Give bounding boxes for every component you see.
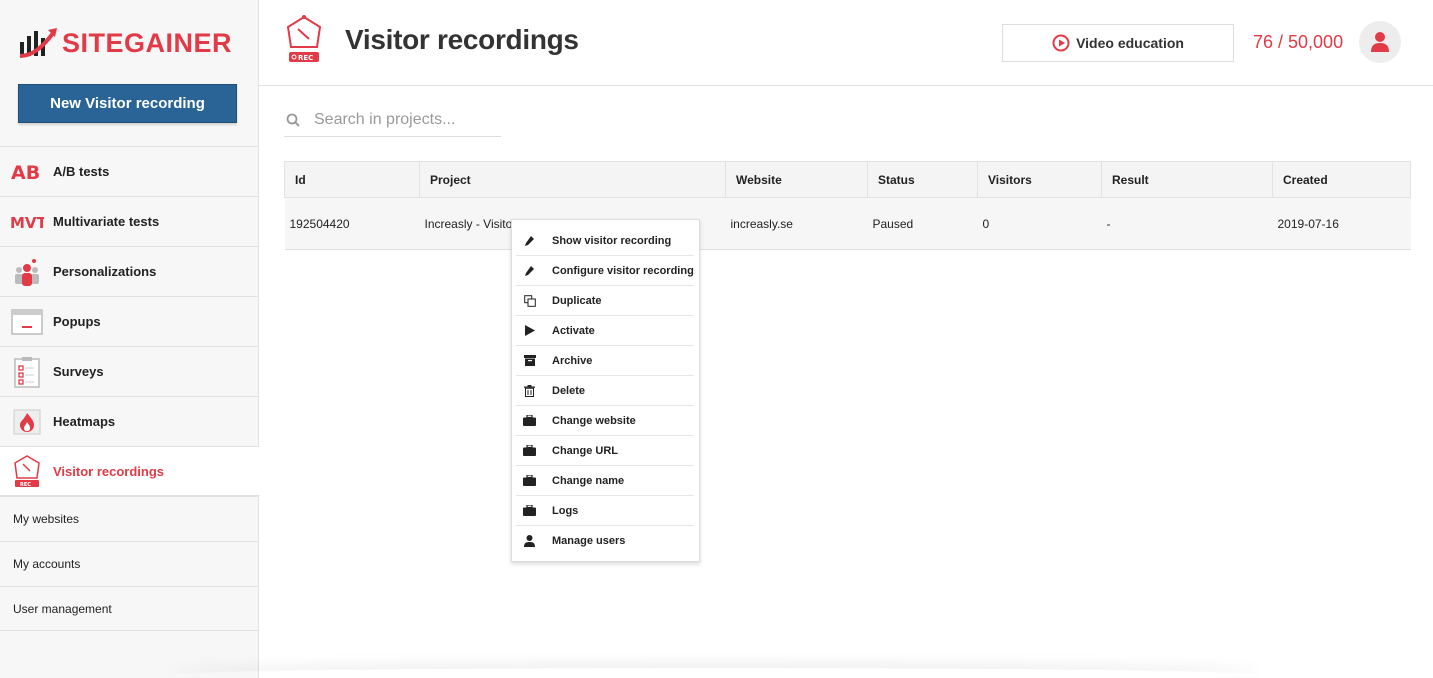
projects-table: Id Project Website Status Visitors Resul… xyxy=(284,161,1411,250)
duplicate-icon xyxy=(523,294,536,307)
visitor-recordings-header-icon: REC xyxy=(283,14,325,71)
search-icon xyxy=(286,113,300,127)
menu-item-label: Logs xyxy=(552,504,579,517)
briefcase-icon xyxy=(523,444,536,457)
project-search xyxy=(284,104,501,137)
sidebar-item-my-websites[interactable]: My websites xyxy=(0,496,259,541)
bottom-shadow xyxy=(170,668,1260,678)
svg-text:AB: AB xyxy=(11,162,40,182)
menu-item-label: Configure visitor recording xyxy=(552,264,694,277)
sidebar-item-label: A/B tests xyxy=(53,164,110,179)
cell-status: Paused xyxy=(867,197,978,250)
personalizations-icon xyxy=(10,255,44,289)
archive-icon xyxy=(523,354,536,367)
popups-icon xyxy=(10,305,44,339)
logo-text: SITEGAINER xyxy=(62,27,233,58)
sidebar-item-personalizations[interactable]: Personalizations xyxy=(0,246,259,296)
briefcase-icon xyxy=(523,414,536,427)
column-header-created[interactable]: Created xyxy=(1272,161,1411,198)
menu-item-delete[interactable]: Delete xyxy=(516,376,694,406)
table-row[interactable]: 192504420 Increasly - Visito increasly.s… xyxy=(284,197,1411,250)
pencil-icon xyxy=(523,264,536,277)
main-menu: AB A/B tests MVT Multivariate tests Pers… xyxy=(0,146,260,631)
svg-text:MVT: MVT xyxy=(10,214,44,230)
surveys-icon xyxy=(10,355,44,389)
menu-item-manage-users[interactable]: Manage users xyxy=(516,526,694,556)
sidebar-item-popups[interactable]: Popups xyxy=(0,296,259,346)
column-header-status[interactable]: Status xyxy=(867,161,978,198)
sidebar-item-surveys[interactable]: Surveys xyxy=(0,346,259,396)
cell-result: - xyxy=(1101,197,1273,250)
menu-item-label: Duplicate xyxy=(552,294,602,307)
sidebar-item-my-accounts[interactable]: My accounts xyxy=(0,541,259,586)
user-icon xyxy=(1371,32,1389,52)
sidebar: SITEGAINER New Visitor recording AB A/B … xyxy=(0,0,260,678)
column-header-id[interactable]: Id xyxy=(284,161,420,198)
menu-item-label: Change website xyxy=(552,414,636,427)
menu-item-archive[interactable]: Archive xyxy=(516,346,694,376)
menu-item-configure-visitor-recording[interactable]: Configure visitor recording xyxy=(516,256,694,286)
video-education-label: Video education xyxy=(1076,35,1184,51)
visitor-recordings-icon: REC xyxy=(10,454,44,488)
briefcase-icon xyxy=(523,474,536,487)
sidebar-item-label: Multivariate tests xyxy=(53,214,160,229)
sidebar-item-label: Surveys xyxy=(53,364,104,379)
heatmaps-icon xyxy=(10,405,44,439)
pencil-icon xyxy=(523,234,536,247)
column-header-result[interactable]: Result xyxy=(1101,161,1273,198)
cell-website: increasly.se xyxy=(725,197,868,250)
sidebar-item-label: Personalizations xyxy=(53,264,157,279)
menu-item-change-website[interactable]: Change website xyxy=(516,406,694,436)
menu-item-logs[interactable]: Logs xyxy=(516,496,694,526)
page-header: REC Visitor recordings Video education 7… xyxy=(259,0,1433,86)
menu-item-duplicate[interactable]: Duplicate xyxy=(516,286,694,316)
column-header-project[interactable]: Project xyxy=(419,161,726,198)
menu-item-label: Archive xyxy=(552,354,593,367)
sidebar-item-visitor-recordings[interactable]: REC Visitor recordings xyxy=(0,446,260,496)
cell-id: 192504420 xyxy=(284,197,420,250)
sidebar-item-label: Popups xyxy=(53,314,101,329)
play-circle-icon xyxy=(1052,34,1070,52)
row-context-menu: Show visitor recording Configure visitor… xyxy=(511,219,700,562)
sidebar-item-label: Heatmaps xyxy=(53,414,116,429)
menu-item-label: Change URL xyxy=(552,444,618,457)
column-header-visitors[interactable]: Visitors xyxy=(977,161,1102,198)
menu-item-change-url[interactable]: Change URL xyxy=(516,436,694,466)
column-header-website[interactable]: Website xyxy=(725,161,868,198)
multivariate-icon: MVT xyxy=(10,205,44,239)
sidebar-item-heatmaps[interactable]: Heatmaps xyxy=(0,396,259,446)
logo-mark-icon xyxy=(19,28,57,58)
search-input[interactable] xyxy=(314,111,494,129)
menu-item-label: Show visitor recording xyxy=(552,234,672,247)
cell-created: 2019-07-16 xyxy=(1272,197,1411,250)
sidebar-item-user-management[interactable]: User management xyxy=(0,586,259,631)
menu-item-activate[interactable]: Activate xyxy=(516,316,694,346)
page-title: Visitor recordings xyxy=(345,24,579,55)
play-icon xyxy=(523,324,536,337)
usage-counter: 76 / 50,000 xyxy=(1253,32,1344,52)
svg-text:REC: REC xyxy=(20,482,31,488)
table-header-row: Id Project Website Status Visitors Resul… xyxy=(284,161,1411,198)
user-avatar[interactable] xyxy=(1359,21,1401,63)
user-icon xyxy=(523,535,536,548)
rec-label: REC xyxy=(298,54,313,62)
sitegainer-logo[interactable]: SITEGAINER xyxy=(18,26,232,60)
menu-item-label: Delete xyxy=(552,384,586,397)
menu-item-label: Manage users xyxy=(552,535,626,547)
ab-tests-icon: AB xyxy=(10,155,44,189)
new-visitor-recording-button[interactable]: New Visitor recording xyxy=(18,84,237,123)
trash-icon xyxy=(523,384,536,397)
briefcase-icon xyxy=(523,504,536,517)
sidebar-item-ab-tests[interactable]: AB A/B tests xyxy=(0,146,259,196)
menu-item-label: Activate xyxy=(552,324,595,337)
sidebar-item-multivariate-tests[interactable]: MVT Multivariate tests xyxy=(0,196,259,246)
menu-item-label: Change name xyxy=(552,474,625,487)
menu-item-show-visitor-recording[interactable]: Show visitor recording xyxy=(516,226,694,256)
video-education-button[interactable]: Video education xyxy=(1002,24,1234,62)
menu-item-change-name[interactable]: Change name xyxy=(516,466,694,496)
sidebar-item-label: Visitor recordings xyxy=(53,463,165,479)
cell-visitors: 0 xyxy=(977,197,1102,250)
